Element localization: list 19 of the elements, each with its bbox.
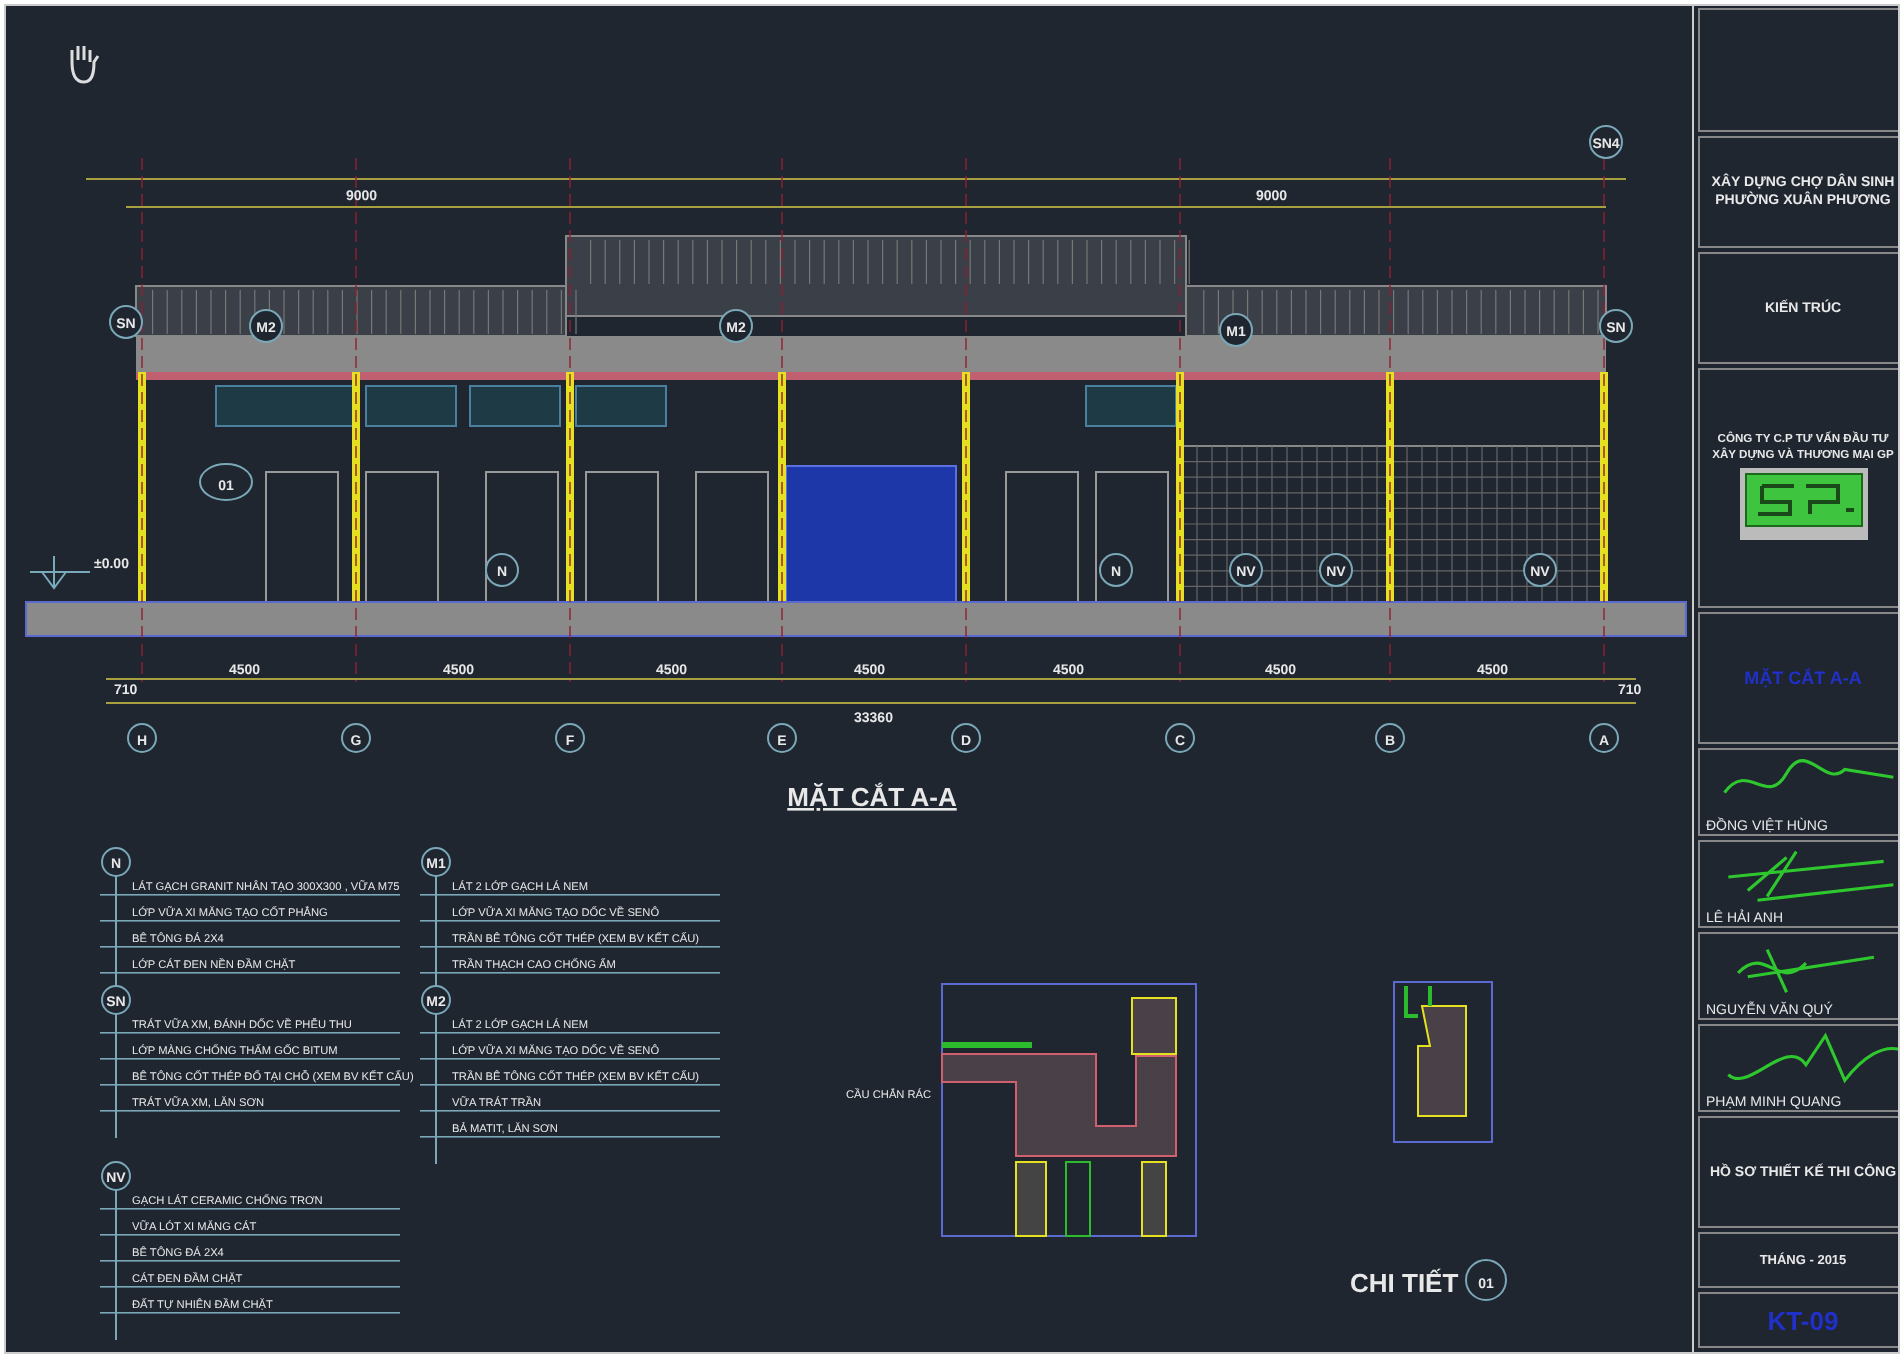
company-logo-icon [1737,466,1869,542]
rolling-shutter [265,471,339,603]
level-marker-icon [29,555,91,590]
hand-icon[interactable] [70,44,100,84]
louver-window [1085,385,1177,427]
louver-window [575,385,667,427]
rolling-shutter [695,471,769,603]
louver-window [365,385,457,427]
rolling-shutter [1005,471,1079,603]
rolling-shutter [1095,471,1169,603]
detail-label: CHI TIẾT [1350,1268,1459,1298]
rolling-shutter [485,471,559,603]
rolling-shutter [585,471,659,603]
section-title: MẶT CẮT A-A [787,782,957,812]
title-block-text: MẶT CẮT A-A [1744,668,1862,688]
louver-window [215,385,357,427]
rolling-shutter [365,471,439,603]
louver-window [469,385,561,427]
title-block-text: KT-09 [1767,1305,1839,1335]
